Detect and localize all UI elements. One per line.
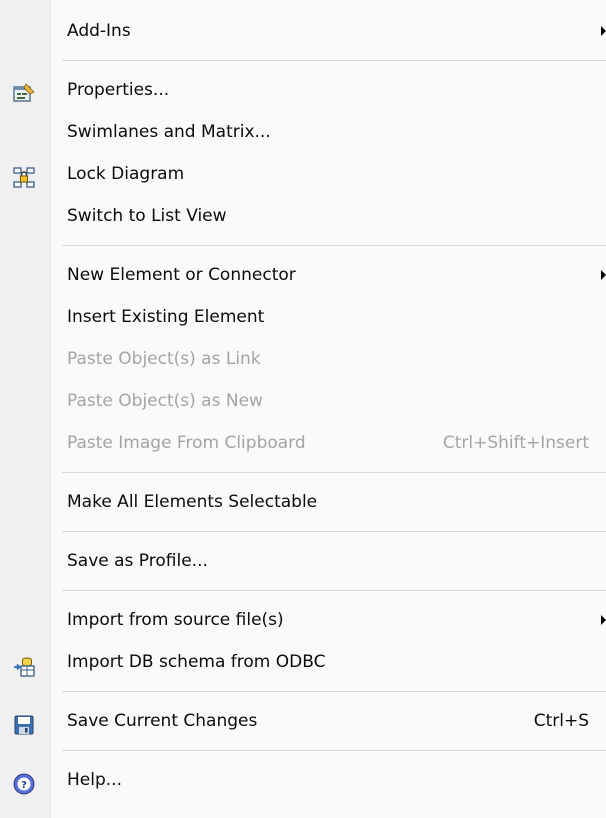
menu-item-label: Save Current Changes: [67, 711, 258, 731]
menu-item-import-db-schema[interactable]: Import DB schema from ODBC: [0, 641, 606, 683]
menu-separator: [0, 52, 606, 69]
menu-item-label: Help...: [67, 770, 122, 790]
menu-separator: [0, 683, 606, 700]
menu-item-swimlanes-and-matrix[interactable]: Swimlanes and Matrix...: [0, 111, 606, 153]
import-db-schema-icon: [13, 651, 35, 677]
menu-separator: [0, 582, 606, 599]
menu-item-label: New Element or Connector: [67, 265, 296, 285]
menu-item-save-current-changes[interactable]: Save Current Changes Ctrl+S: [0, 700, 606, 742]
menu-item-new-element-or-connector[interactable]: New Element or Connector: [0, 254, 606, 296]
menu-item-label: Import DB schema from ODBC: [67, 652, 326, 672]
menu-separator: [0, 523, 606, 540]
menu-item-switch-to-list-view[interactable]: Switch to List View: [0, 195, 606, 237]
properties-icon: [13, 79, 35, 102]
menu-item-label: Paste Object(s) as Link: [67, 349, 261, 369]
menu-item-paste-image-from-clipboard[interactable]: Paste Image From Clipboard Ctrl+Shift+In…: [0, 422, 606, 464]
menu-item-properties[interactable]: Properties...: [0, 69, 606, 111]
menu-item-shortcut: Ctrl+Shift+Insert: [442, 433, 589, 453]
menu-items: Add-Ins Properties... Swimlanes and Matr…: [0, 0, 606, 801]
submenu-arrow-icon: [601, 26, 606, 36]
menu-item-import-from-source-files[interactable]: Import from source file(s): [0, 599, 606, 641]
submenu-arrow-icon: [601, 615, 606, 625]
menu-item-insert-existing-element[interactable]: Insert Existing Element: [0, 296, 606, 338]
menu-item-label: Properties...: [67, 80, 170, 100]
menu-item-label: Import from source file(s): [67, 610, 284, 630]
context-menu: Add-Ins Properties... Swimlanes and Matr…: [0, 0, 606, 818]
menu-item-paste-as-new[interactable]: Paste Object(s) as New: [0, 380, 606, 422]
svg-text:?: ?: [21, 780, 27, 791]
menu-item-help[interactable]: ? Help...: [0, 759, 606, 801]
menu-item-label: Paste Image From Clipboard: [67, 433, 306, 453]
menu-separator: [0, 742, 606, 759]
menu-item-lock-diagram[interactable]: Lock Diagram: [0, 153, 606, 195]
menu-item-shortcut: Ctrl+S: [533, 711, 589, 731]
menu-item-label: Add-Ins: [67, 21, 131, 41]
menu-item-label: Insert Existing Element: [67, 307, 265, 327]
menu-item-add-ins[interactable]: Add-Ins: [0, 10, 606, 52]
menu-separator: [0, 237, 606, 254]
menu-item-label: Save as Profile...: [67, 551, 208, 571]
menu-separator: [0, 464, 606, 481]
menu-item-label: Lock Diagram: [67, 164, 185, 184]
submenu-arrow-icon: [601, 270, 606, 280]
menu-item-label: Switch to List View: [67, 206, 227, 226]
menu-item-paste-as-link[interactable]: Paste Object(s) as Link: [0, 338, 606, 380]
menu-item-make-all-elements-selectable[interactable]: Make All Elements Selectable: [0, 481, 606, 523]
help-icon: ?: [13, 769, 35, 795]
menu-item-label: Swimlanes and Matrix...: [67, 122, 271, 142]
menu-item-label: Paste Object(s) as New: [67, 391, 263, 411]
menu-item-label: Make All Elements Selectable: [67, 492, 318, 512]
lock-diagram-icon: [13, 163, 35, 188]
save-icon: [13, 710, 35, 735]
menu-item-save-as-profile[interactable]: Save as Profile...: [0, 540, 606, 582]
